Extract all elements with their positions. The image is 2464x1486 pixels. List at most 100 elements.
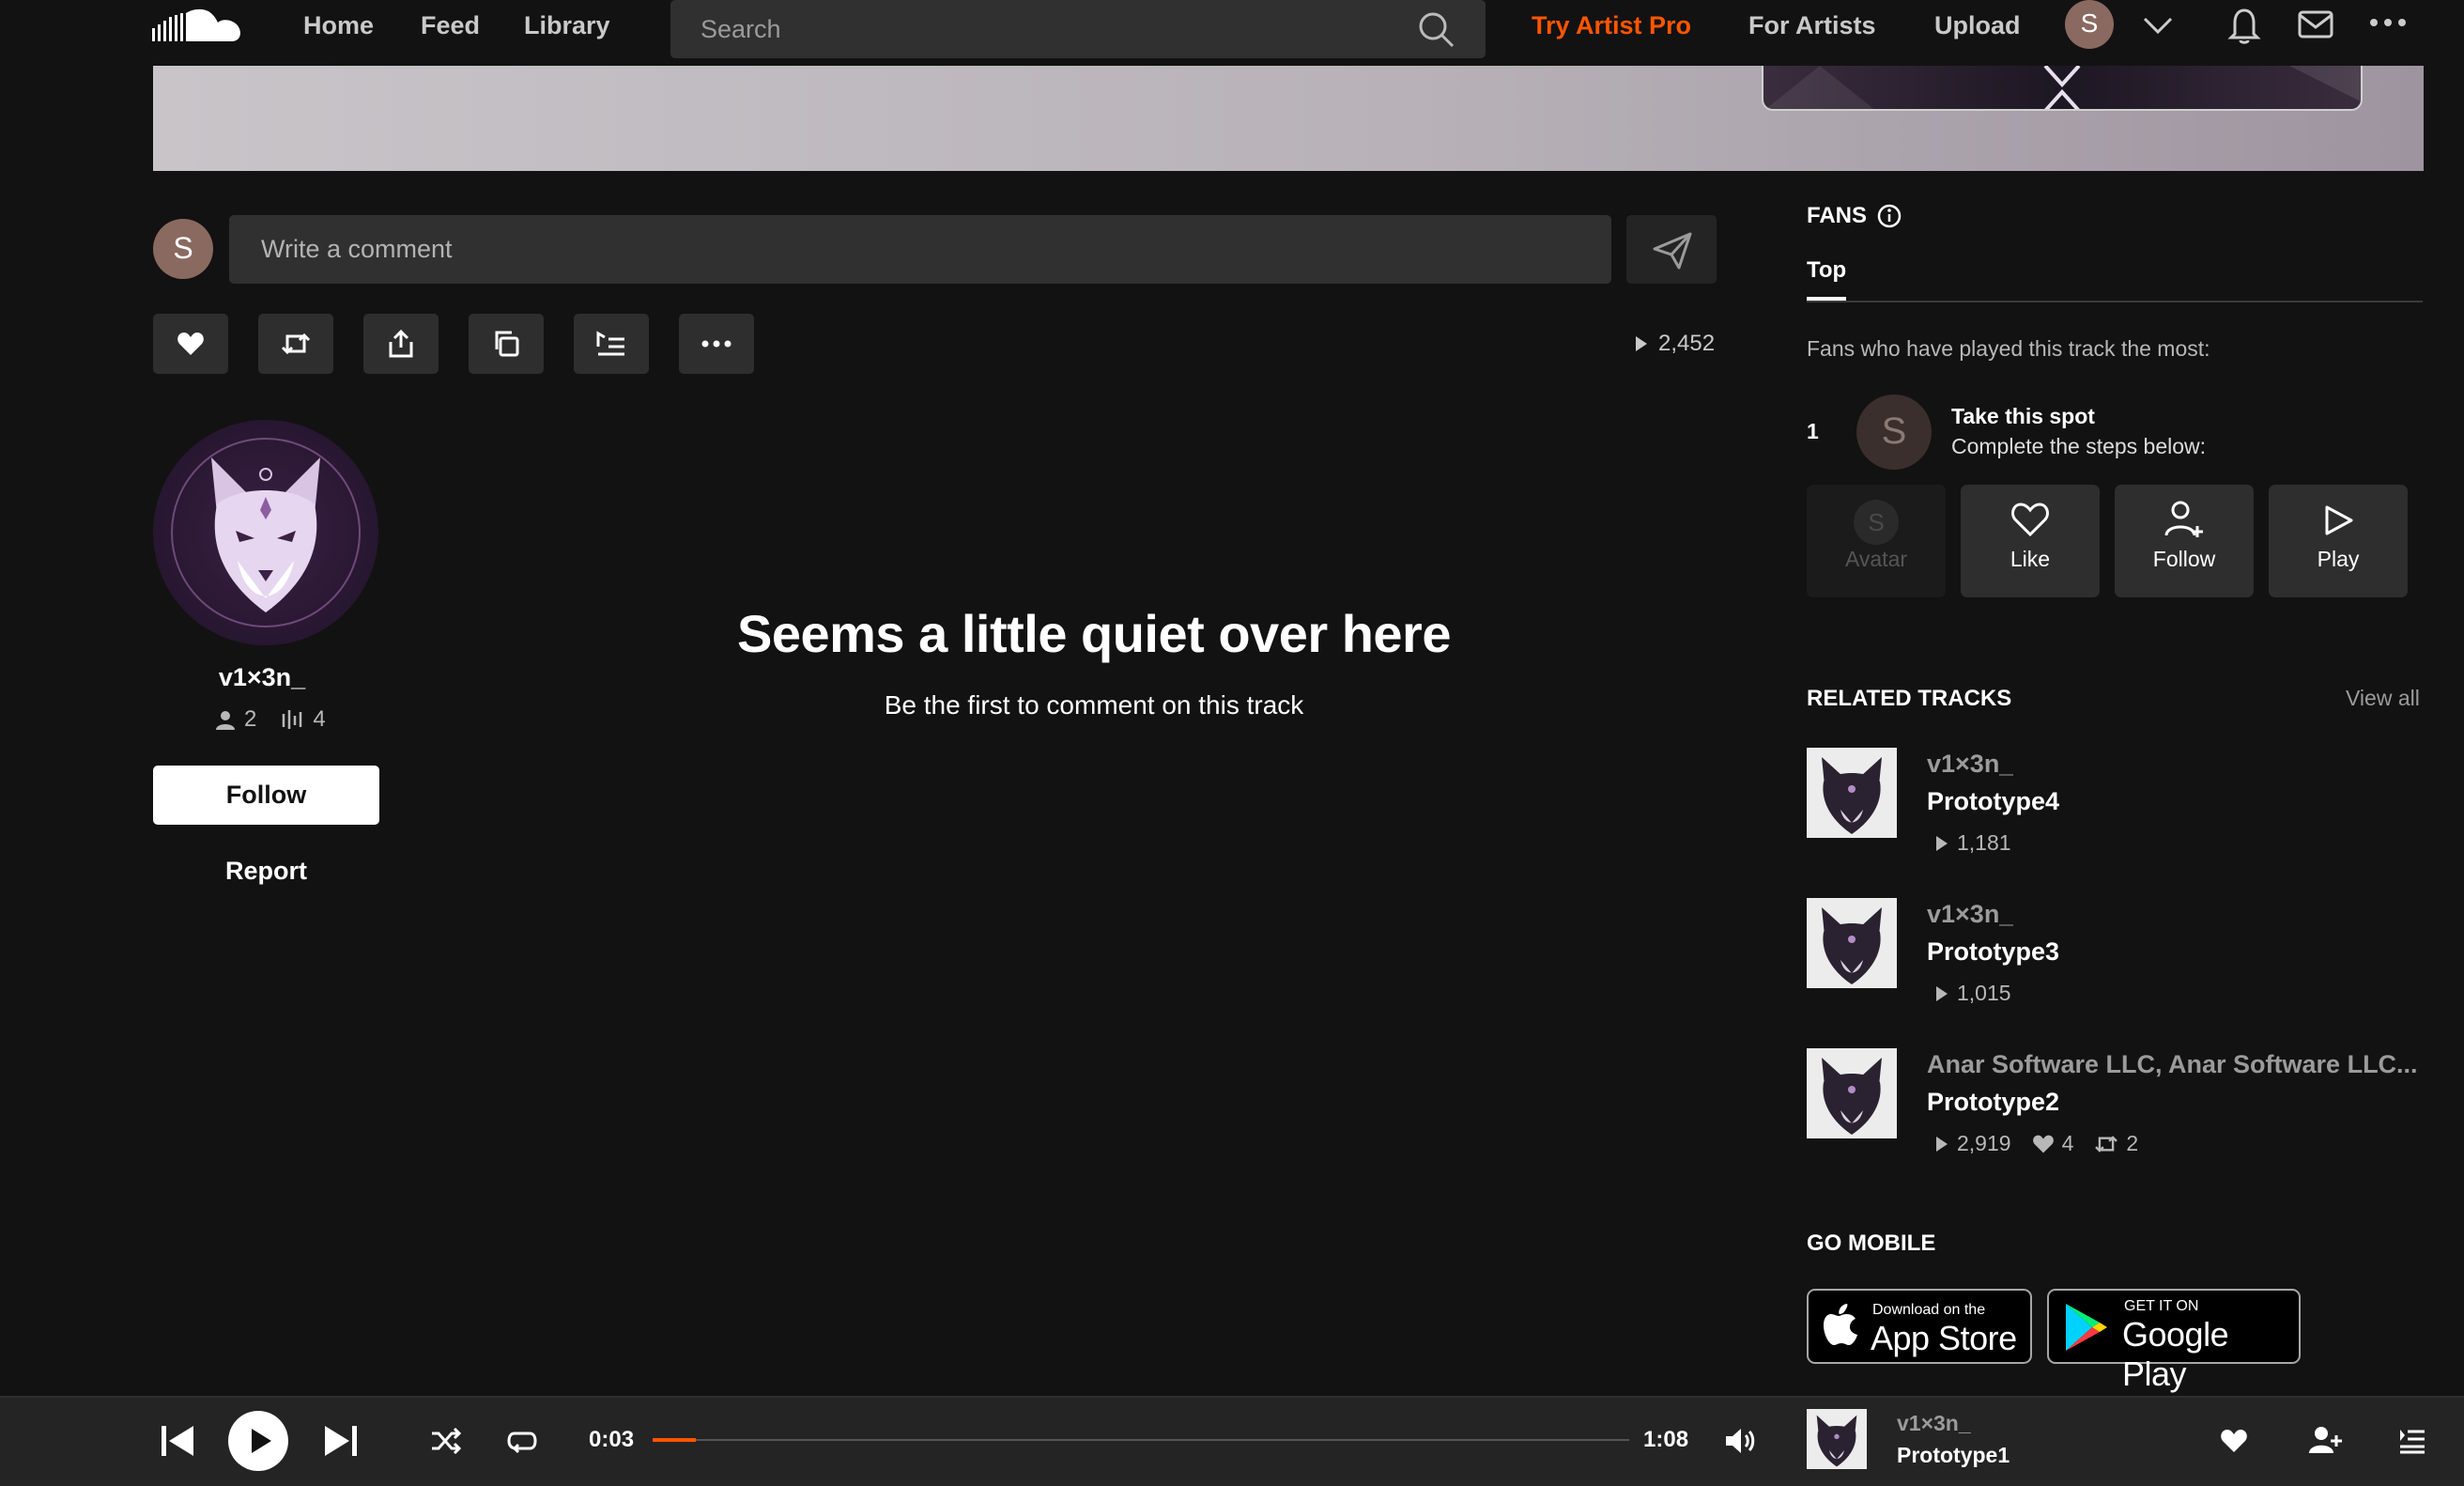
related-track[interactable]: v1×3n_ Prototype4 1,181 [1807,748,2426,870]
artist-avatar[interactable] [153,420,378,645]
upload-link[interactable]: Upload [1934,11,2021,40]
chevron-down-icon[interactable] [2141,11,2175,38]
followers-icon [216,711,235,730]
progress-fill [653,1438,696,1442]
comment-input[interactable] [261,228,1576,270]
share-icon [389,329,413,358]
search-input[interactable] [701,10,1414,48]
play-icon [1936,985,1948,1001]
related-track-title[interactable]: Prototype3 [1927,937,2059,967]
copy-icon [495,331,519,357]
take-spot-subtitle: Complete the steps below: [1951,434,2207,458]
nav-home[interactable]: Home [303,11,374,40]
step-avatar-label: Avatar [1844,547,1908,571]
related-track[interactable]: v1×3n_ Prototype3 1,015 [1807,898,2426,1020]
related-track-likes: 4 [2061,1131,2074,1155]
play-outline-icon [2325,505,2353,535]
step-play-button[interactable]: Play [2269,485,2408,597]
mail-icon[interactable] [2297,9,2334,39]
fans-description: Fans who have played this track the most… [1807,336,2210,361]
related-track-artist[interactable]: v1×3n_ [1927,750,2013,779]
soundcloud-logo[interactable] [152,6,246,47]
related-track-stats: 2,919 4 2 [1934,1131,2138,1156]
related-track[interactable]: Anar Software LLC, Anar Software LLC... … [1807,1048,2426,1170]
step-follow-button[interactable]: Follow [2115,485,2254,597]
copy-link-button[interactable] [469,314,544,374]
now-playing-title[interactable]: Prototype1 [1897,1443,2010,1468]
heart-icon [2032,1135,2054,1153]
empty-comments-subtitle: Be the first to comment on this track [884,690,1304,720]
artist-name[interactable]: v1×3n_ [153,663,371,692]
current-time: 0:03 [589,1427,635,1452]
now-playing-artist[interactable]: v1×3n_ [1897,1411,1971,1436]
related-track-plays: 1,015 [1957,981,2011,1005]
follower-count[interactable]: 2 [244,706,256,733]
track-thumbnail[interactable] [1807,748,1897,838]
related-track-artist[interactable]: v1×3n_ [1927,900,2013,929]
repost-icon [2095,1135,2118,1153]
now-playing-thumbnail[interactable] [1807,1409,1867,1469]
step-like-button[interactable]: Like [1961,485,2100,597]
related-tracks-heading: RELATED TRACKS [1807,686,2012,711]
related-track-title[interactable]: Prototype4 [1927,787,2059,816]
try-artist-pro-link[interactable]: Try Artist Pro [1532,11,1691,40]
google-play-icon [2066,1304,2107,1351]
top-navigation: Home Feed Library Try Artist Pro For Art… [0,0,2464,66]
like-icon[interactable] [2220,1428,2248,1454]
previous-track-icon[interactable] [160,1424,195,1458]
tracks-icon [283,710,302,729]
fans-title: FANS [1807,203,1868,228]
google-play-button[interactable]: GET IT ON Google Play [2047,1289,2301,1393]
like-button[interactable] [153,314,228,374]
track-artwork[interactable] [1762,66,2363,111]
search-bar[interactable] [670,0,1486,58]
comment-field[interactable] [229,215,1611,284]
queue-icon[interactable] [2398,1428,2426,1454]
repeat-icon[interactable] [507,1428,537,1454]
add-user-icon [2164,501,2203,537]
related-track-stats: 1,015 [1934,981,2011,1006]
repost-button[interactable] [258,314,333,374]
track-thumbnail[interactable] [1807,898,1897,988]
related-track-plays: 2,919 [1957,1131,2011,1155]
play-button[interactable] [228,1411,288,1471]
shuffle-icon[interactable] [430,1428,462,1454]
related-track-artist[interactable]: Anar Software LLC, Anar Software LLC... [1927,1050,2418,1079]
follow-artist-button[interactable]: Follow [153,766,379,825]
related-track-title[interactable]: Prototype2 [1927,1088,2059,1117]
for-artists-link[interactable]: For Artists [1748,11,1876,40]
share-button[interactable] [363,314,439,374]
report-link[interactable]: Report [153,857,379,886]
related-track-stats: 1,181 [1934,830,2011,856]
search-icon[interactable] [1416,9,1455,49]
fans-heading: FANS [1807,203,1902,229]
step-avatar: S Avatar [1807,485,1946,597]
bell-icon[interactable] [2227,4,2261,45]
track-count[interactable]: 4 [313,706,325,733]
track-thumbnail[interactable] [1807,1048,1897,1138]
nav-library[interactable]: Library [524,11,610,40]
google-play-small-text: GET IT ON [2124,1298,2199,1314]
view-all-link[interactable]: View all [2346,686,2420,711]
follow-user-icon[interactable] [2308,1426,2342,1454]
add-to-playlist-button[interactable] [574,314,649,374]
more-actions-button[interactable] [679,314,754,374]
play-icon [1636,336,1647,351]
send-icon [1653,232,1692,270]
more-options-icon[interactable] [2368,15,2408,30]
app-store-button[interactable]: Download on the App Store [1807,1289,2032,1364]
play-count: 2,452 [1634,331,1715,357]
volume-icon[interactable] [1724,1426,1756,1456]
more-icon [701,340,732,348]
step-like-label: Like [2010,547,2051,571]
next-track-icon[interactable] [323,1424,359,1458]
go-mobile-heading: GO MOBILE [1807,1231,1936,1256]
tab-top-fans[interactable]: Top [1807,257,1846,284]
user-avatar[interactable]: S [2065,0,2114,49]
send-comment-button[interactable] [1626,215,1717,284]
nav-feed[interactable]: Feed [421,11,480,40]
info-icon[interactable] [1876,203,1902,229]
app-store-text: App Store [1871,1319,2017,1357]
fan-rank: 1 [1807,419,1819,443]
progress-bar[interactable] [653,1438,1629,1442]
